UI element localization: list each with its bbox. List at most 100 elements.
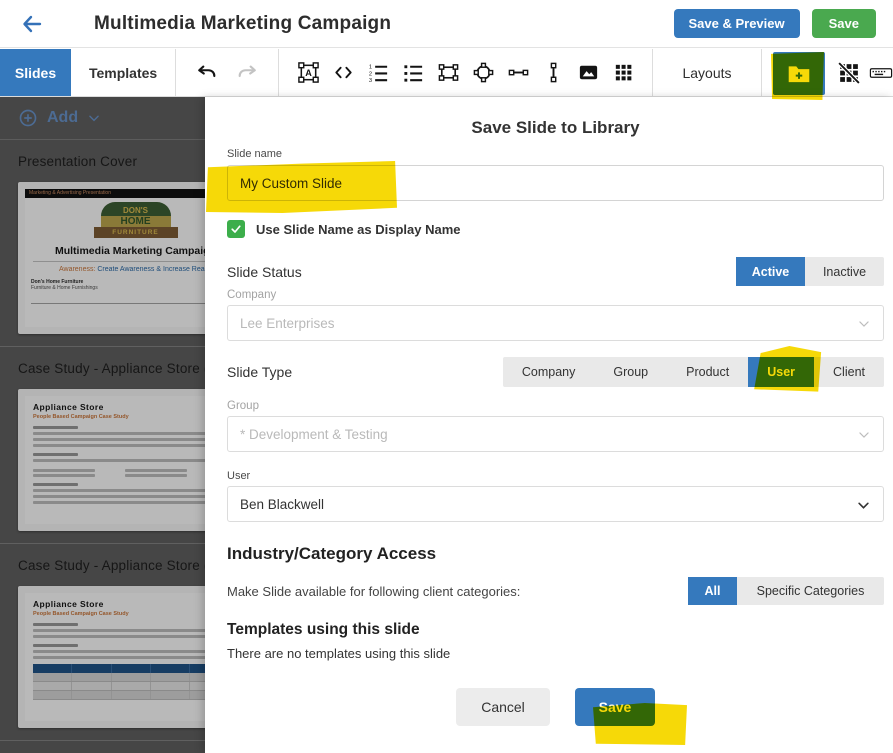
status-option-inactive[interactable]: Inactive — [805, 257, 884, 286]
thumb-subtitle: People Based Campaign Case Study — [33, 611, 205, 617]
slide-status-label: Slide Status — [227, 264, 302, 280]
categories-option-all[interactable]: All — [688, 577, 737, 605]
company-value: Lee Enterprises — [240, 316, 335, 331]
divider — [31, 303, 205, 304]
add-label: Add — [47, 109, 78, 127]
slide-thumbnail-case2[interactable]: Appliance Store People Based Campaign Ca… — [18, 586, 205, 728]
text-placeholder — [33, 501, 205, 504]
cancel-button[interactable]: Cancel — [456, 688, 550, 726]
bullet-list-placeholder — [33, 466, 205, 477]
keyboard-icon — [869, 61, 893, 85]
chevron-down-icon — [857, 428, 871, 442]
chevron-down-icon — [857, 317, 871, 331]
text-placeholder — [33, 426, 78, 429]
thumb-byline2: Furniture & Home Furnishings — [31, 285, 205, 291]
vertical-line-button[interactable] — [536, 49, 570, 97]
checkbox-checked-icon[interactable] — [227, 220, 245, 238]
numbered-list-icon: 1 2 3 — [367, 61, 390, 84]
insert-code-button[interactable] — [326, 49, 360, 97]
save-and-preview-button[interactable]: Save & Preview — [674, 9, 800, 38]
type-option-product[interactable]: Product — [667, 357, 748, 387]
horizontal-line-button[interactable] — [501, 49, 535, 97]
divider — [33, 261, 205, 262]
tab-templates[interactable]: Templates — [71, 49, 175, 96]
group-select[interactable]: * Development & Testing — [227, 416, 884, 452]
slide-type-label: Slide Type — [227, 364, 292, 380]
editor-toolbar: Slides Templates A — [0, 49, 893, 97]
redo-button[interactable] — [230, 49, 264, 97]
slide-label: Presentation Cover — [18, 154, 205, 169]
top-bar: Multimedia Marketing Campaign Save & Pre… — [0, 0, 893, 48]
selection-frame-button[interactable] — [431, 49, 465, 97]
text-placeholder — [33, 629, 205, 632]
categories-option-specific[interactable]: Specific Categories — [737, 577, 884, 605]
insert-image-button[interactable] — [571, 49, 605, 97]
add-slide-button[interactable]: Add — [0, 97, 205, 140]
bullet-list-button[interactable] — [396, 49, 430, 97]
user-select[interactable]: Ben Blackwell — [227, 486, 884, 522]
code-icon — [332, 61, 355, 84]
grid-icon — [612, 61, 635, 84]
type-option-group[interactable]: Group — [594, 357, 667, 387]
shape-circle-icon — [472, 61, 495, 84]
templates-heading: Templates using this slide — [227, 621, 884, 639]
status-option-active[interactable]: Active — [736, 257, 805, 286]
thumb-subtitle: Awareness: Create Awareness & Increase R… — [25, 266, 205, 273]
text-placeholder — [33, 656, 205, 659]
slides-sidebar: Add Presentation Cover Marketing & Adver… — [0, 97, 205, 753]
slide-status-toggle: Active Inactive — [736, 257, 884, 286]
grid-layout-button[interactable] — [606, 49, 640, 97]
topbar-actions: Save & Preview Save — [674, 9, 893, 38]
modal-title: Save Slide to Library — [227, 118, 884, 138]
layouts-button[interactable]: Layouts — [653, 49, 761, 96]
text-placeholder — [33, 438, 205, 441]
modal-footer: Cancel Save — [227, 688, 884, 726]
text-placeholder — [33, 453, 78, 456]
type-option-user[interactable]: User — [748, 357, 814, 387]
text-placeholder — [33, 650, 205, 653]
page-title: Multimedia Marketing Campaign — [94, 13, 391, 35]
save-slide-to-library-button[interactable] — [773, 52, 825, 95]
table-off-button[interactable] — [831, 49, 865, 97]
text-placeholder — [33, 459, 205, 462]
image-icon — [577, 61, 600, 84]
thumb-title: Appliance Store — [33, 599, 205, 609]
text-placeholder — [33, 495, 205, 498]
undo-icon — [196, 62, 218, 84]
numbered-list-button[interactable]: 1 2 3 — [361, 49, 395, 97]
slide-thumbnail-cover[interactable]: Marketing & Advertising Presentation DON… — [18, 182, 205, 334]
save-button-top[interactable]: Save — [812, 9, 876, 38]
keyboard-button[interactable] — [869, 49, 893, 97]
folder-add-icon — [786, 61, 812, 87]
toolbar-divider — [761, 49, 762, 96]
slide-thumbnail-case1[interactable]: Appliance Store People Based Campaign Ca… — [18, 389, 205, 531]
templates-empty-text: There are no templates using this slide — [227, 646, 884, 661]
text-box-icon: A — [297, 61, 320, 84]
dons-home-furniture-logo: DON'S HOME FURNITURE — [101, 202, 171, 238]
company-select[interactable]: Lee Enterprises — [227, 305, 884, 341]
text-placeholder — [33, 444, 205, 447]
shape-circle-button[interactable] — [466, 49, 500, 97]
slide-section-case1: Case Study - Appliance Store ( Appliance… — [0, 347, 205, 544]
back-arrow-icon — [20, 12, 44, 36]
svg-text:A: A — [305, 68, 312, 78]
tab-slides[interactable]: Slides — [0, 49, 71, 96]
vertical-line-icon — [542, 61, 565, 84]
undo-button[interactable] — [190, 49, 224, 97]
display-name-checkbox-row[interactable]: Use Slide Name as Display Name — [227, 220, 884, 238]
industry-category-heading: Industry/Category Access — [227, 544, 884, 564]
type-option-client[interactable]: Client — [814, 357, 884, 387]
table-off-icon — [836, 60, 861, 85]
insert-text-box-button[interactable]: A — [291, 49, 325, 97]
thumb-banner-text: Marketing & Advertising Presentation — [25, 189, 205, 198]
save-button-modal[interactable]: Save — [575, 688, 655, 726]
slide-name-label: Slide name — [227, 148, 884, 160]
back-button[interactable] — [0, 0, 64, 48]
group-value: * Development & Testing — [240, 427, 388, 442]
chevron-down-icon — [87, 111, 101, 125]
display-name-checkbox-label: Use Slide Name as Display Name — [256, 222, 461, 237]
slide-name-input[interactable] — [227, 165, 884, 201]
type-option-company[interactable]: Company — [503, 357, 595, 387]
thumb-title: Appliance Store — [33, 402, 205, 412]
svg-text:3: 3 — [368, 78, 371, 84]
